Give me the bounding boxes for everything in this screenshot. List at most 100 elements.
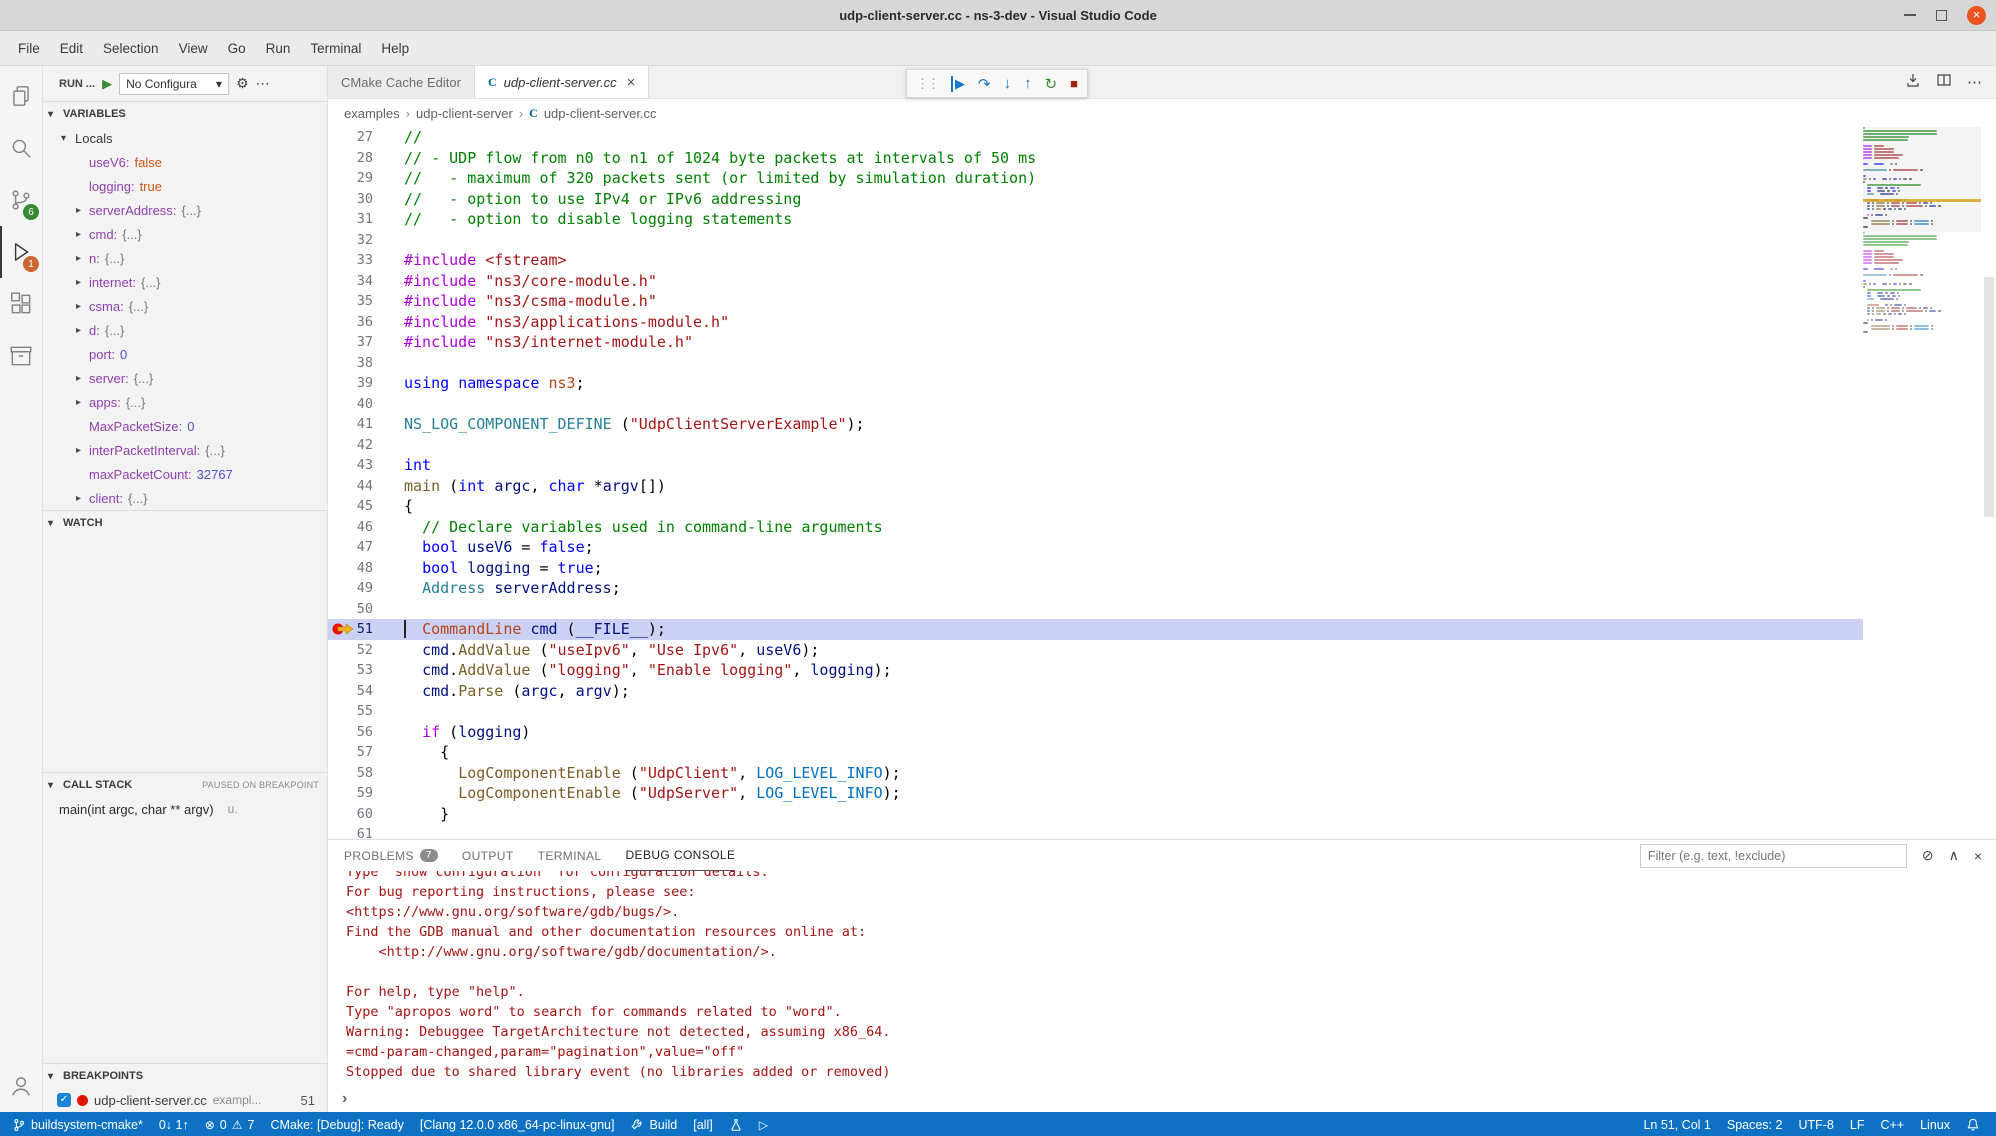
panel-tab-terminal[interactable]: TERMINAL — [538, 840, 602, 871]
menu-item-help[interactable]: Help — [371, 31, 419, 65]
run-and-debug-icon[interactable]: 1 — [0, 226, 42, 278]
line-number[interactable]: 32 — [328, 230, 373, 251]
split-editor-icon[interactable] — [1936, 72, 1952, 93]
variable-row[interactable]: useV6false — [43, 150, 327, 174]
eol-indicator[interactable]: LF — [1842, 1112, 1873, 1136]
minimap-slider[interactable] — [1863, 127, 1981, 232]
cmake-kit[interactable]: [Clang 12.0.0 x86_64-pc-linux-gnu] — [412, 1112, 623, 1136]
variable-row[interactable]: maxPacketCount32767 — [43, 462, 327, 486]
more-actions-icon[interactable]: ⋯ — [256, 75, 270, 92]
menu-item-terminal[interactable]: Terminal — [300, 31, 371, 65]
minimize-icon[interactable] — [1904, 14, 1916, 16]
variable-row[interactable]: ▸interPacketInterval{...} — [43, 438, 327, 462]
console-filter-input[interactable] — [1640, 844, 1907, 868]
line-number[interactable]: 34 — [328, 271, 373, 292]
watch-section-header[interactable]: ▾ WATCH — [43, 511, 327, 535]
code-editor[interactable]: 27//28// - UDP flow from n0 to n1 of 102… — [328, 127, 1996, 839]
notifications[interactable] — [1958, 1112, 1988, 1136]
problems-status[interactable]: ⊗0⚠7 — [197, 1112, 263, 1136]
line-number[interactable]: 28 — [328, 148, 373, 169]
variable-row[interactable]: ▸cmd{...} — [43, 222, 327, 246]
variable-row[interactable]: ▸csma{...} — [43, 294, 327, 318]
line-number[interactable]: 27 — [328, 127, 373, 148]
stop-icon[interactable]: ■ — [1070, 76, 1078, 91]
variables-section-header[interactable]: ▾ VARIABLES — [43, 102, 327, 126]
variable-row[interactable]: loggingtrue — [43, 174, 327, 198]
line-number[interactable]: 56 — [328, 722, 373, 743]
line-number[interactable]: 35 — [328, 291, 373, 312]
source-control-icon[interactable]: 6 — [0, 174, 42, 226]
line-number[interactable]: 40 — [328, 394, 373, 415]
line-number[interactable]: 31 — [328, 209, 373, 230]
line-number[interactable]: 59 — [328, 783, 373, 804]
menu-item-file[interactable]: File — [8, 31, 50, 65]
indentation[interactable]: Spaces: 2 — [1719, 1112, 1791, 1136]
breakpoints-section-header[interactable]: ▾ BREAKPOINTS — [43, 1064, 327, 1088]
stack-frame[interactable]: main(int argc, char ** argv) u. — [43, 797, 327, 821]
more-actions-icon[interactable]: ⋯ — [1967, 73, 1982, 91]
line-number[interactable]: 39 — [328, 373, 373, 394]
close-icon[interactable]: × — [627, 74, 636, 91]
maximize-panel-icon[interactable]: ∧ — [1949, 847, 1959, 864]
explorer-icon[interactable] — [0, 70, 42, 122]
os-indicator[interactable]: Linux — [1912, 1112, 1958, 1136]
step-into-icon[interactable]: ↓ — [1004, 75, 1012, 92]
line-number[interactable]: 30 — [328, 189, 373, 210]
cmake-build-target[interactable]: [all] — [685, 1112, 720, 1136]
panel-tab-debug-console[interactable]: DEBUG CONSOLE — [625, 840, 735, 871]
breadcrumb-item[interactable]: udp-client-server — [416, 106, 513, 121]
breadcrumb-item[interactable]: udp-client-server.cc — [544, 106, 657, 121]
panel-tab-output[interactable]: OUTPUT — [462, 840, 514, 871]
variable-row[interactable]: port0 — [43, 342, 327, 366]
maximize-icon[interactable] — [1936, 10, 1947, 21]
search-icon[interactable] — [0, 122, 42, 174]
debug-console-input[interactable]: › — [328, 1086, 1996, 1112]
editor-tab[interactable]: CMake Cache Editor — [328, 66, 475, 98]
line-number[interactable]: 38 — [328, 353, 373, 374]
menu-item-view[interactable]: View — [169, 31, 218, 65]
drag-handle-icon[interactable]: ⋮⋮ — [916, 76, 938, 92]
editor-scrollbar[interactable] — [1981, 127, 1996, 839]
git-branch-status[interactable]: buildsystem-cmake* — [4, 1112, 151, 1136]
account-icon[interactable] — [0, 1060, 42, 1112]
line-number[interactable]: 48 — [328, 558, 373, 579]
extensions-icon[interactable] — [0, 278, 42, 330]
continue-icon[interactable]: ▶ — [951, 76, 965, 92]
start-debugging-icon[interactable]: ▶ — [102, 76, 112, 92]
close-window-icon[interactable]: × — [1967, 6, 1986, 25]
cursor-position[interactable]: Ln 51, Col 1 — [1635, 1112, 1718, 1136]
variable-row[interactable]: ▸serverAddress{...} — [43, 198, 327, 222]
line-number[interactable]: 47 — [328, 537, 373, 558]
line-number[interactable]: 36 — [328, 312, 373, 333]
line-number[interactable]: 43 — [328, 455, 373, 476]
step-over-icon[interactable]: ↷ — [978, 75, 991, 93]
git-sync-status[interactable]: 0↓ 1↑ — [151, 1112, 197, 1136]
cmake-status[interactable]: CMake: [Debug]: Ready — [262, 1112, 411, 1136]
line-number[interactable]: 60 — [328, 804, 373, 825]
line-number[interactable]: 46 — [328, 517, 373, 538]
variable-row[interactable]: ▸n{...} — [43, 246, 327, 270]
line-number[interactable]: 50 — [328, 599, 373, 620]
line-number[interactable]: 52 — [328, 640, 373, 661]
restart-icon[interactable]: ↻ — [1045, 75, 1058, 93]
line-number[interactable]: 44 — [328, 476, 373, 497]
panel-tab-problems[interactable]: PROBLEMS7 — [344, 840, 438, 871]
line-number[interactable]: 58 — [328, 763, 373, 784]
variable-row[interactable]: MaxPacketSize0 — [43, 414, 327, 438]
line-number[interactable]: 45 — [328, 496, 373, 517]
cmake-build-button[interactable]: Build — [622, 1112, 685, 1136]
line-number[interactable]: 29 — [328, 168, 373, 189]
menu-item-go[interactable]: Go — [218, 31, 256, 65]
debug-console-output[interactable]: Type "show configuration" for configurat… — [328, 871, 1996, 1086]
line-number[interactable]: 55 — [328, 701, 373, 722]
breadcrumb-item[interactable]: examples — [344, 106, 400, 121]
cmake-launch-button[interactable]: ▷ — [751, 1112, 776, 1136]
gear-icon[interactable]: ⚙ — [236, 75, 249, 92]
breakpoint-item[interactable]: ✓ udp-client-server.cc exampl... 51 — [43, 1088, 327, 1112]
menu-item-run[interactable]: Run — [256, 31, 301, 65]
cmake-tools-icon[interactable] — [0, 330, 42, 382]
minimap[interactable] — [1863, 127, 1981, 839]
download-icon[interactable] — [1905, 72, 1921, 93]
line-number[interactable]: 57 — [328, 742, 373, 763]
line-number[interactable]: 42 — [328, 435, 373, 456]
